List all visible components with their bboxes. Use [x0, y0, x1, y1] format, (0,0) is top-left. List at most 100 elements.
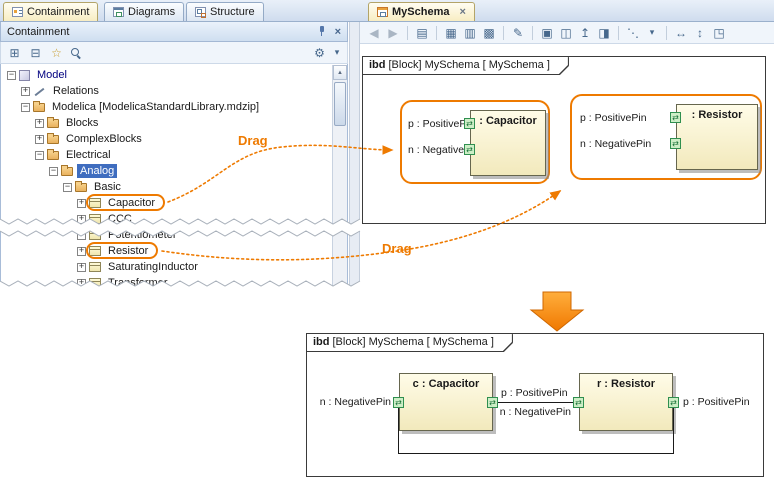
frame-kind: ibd [369, 59, 386, 71]
tree-item-saturatinginductor[interactable]: SaturatingInductor [1, 259, 347, 275]
expander-icon[interactable] [21, 87, 30, 96]
favorites-filter-icon[interactable]: ☆ [49, 47, 64, 59]
block-icon [89, 198, 101, 208]
quick-search-icon[interactable] [70, 47, 82, 59]
proxy-port-icon[interactable]: ⇄ [464, 144, 475, 155]
connector-wire[interactable] [498, 402, 573, 403]
port-label: n : NegativePin [493, 406, 571, 418]
proxy-port-icon[interactable]: ⇄ [573, 397, 584, 408]
panel-title-bar: Containment × [0, 22, 348, 42]
package-icon [47, 119, 59, 128]
port-label: n : NegativePin [311, 396, 391, 408]
part-c-capacitor[interactable]: c : Capacitor [399, 373, 493, 431]
part-r-resistor[interactable]: r : Resistor [579, 373, 673, 431]
copy-icon[interactable]: ▣ [540, 27, 554, 39]
diagram-tab-icon [377, 7, 388, 17]
part-capacitor[interactable]: : Capacitor [470, 110, 546, 176]
containment-view-icon[interactable]: ▤ [415, 27, 429, 39]
result-ibd-frame: ibd[Block] MySchema [ MySchema ] c : Cap… [306, 333, 764, 477]
tab-diagrams[interactable]: Diagrams [104, 2, 184, 21]
expander-icon[interactable] [49, 167, 58, 176]
collapse-all-icon[interactable]: ⊟ [28, 47, 43, 59]
tree-item-basic[interactable]: Basic [1, 179, 347, 195]
lock-icon[interactable]: ◫ [559, 27, 573, 39]
package-icon [61, 167, 73, 176]
back-icon[interactable]: ◀ [367, 27, 381, 39]
tree-item-resistor[interactable]: Resistor [1, 243, 347, 259]
tree-item-electrical[interactable]: Electrical [1, 147, 347, 163]
diagram-toolbar: ◀ ▶ ▤ ▦ ▥ ▩ ✎ ▣ ◫ ↥ ◨ ⋱ ▾ ↔ ↕ ◳ [360, 22, 774, 44]
expander-icon[interactable] [77, 231, 86, 240]
grid-icon[interactable]: ▦ [444, 27, 458, 39]
drag-annotation: Drag [382, 241, 412, 256]
close-tab-icon[interactable]: × [459, 6, 465, 18]
tab-label: Structure [210, 6, 255, 18]
tree-item-modelica[interactable]: Modelica [ModelicaStandardLibrary.mdzip] [1, 99, 347, 115]
tree-item-potentiometer[interactable]: Potentiometer [1, 227, 347, 243]
proxy-port-icon[interactable]: ⇄ [670, 112, 681, 123]
scroll-up-button[interactable]: ▲ [333, 65, 347, 80]
tree-item-capacitor[interactable]: Capacitor [1, 195, 347, 211]
fit-icon[interactable]: ◳ [712, 27, 726, 39]
pin-icon[interactable] [317, 26, 327, 37]
proxy-port-icon[interactable]: ⇄ [668, 397, 679, 408]
block-icon [89, 230, 101, 240]
port-label: n : NegativePin [580, 138, 651, 150]
tab-label: Diagrams [128, 6, 175, 18]
table-icon[interactable]: ▥ [463, 27, 477, 39]
dependencies-icon[interactable]: ⋱ [626, 27, 640, 39]
expander-icon[interactable] [77, 279, 86, 288]
close-panel-icon[interactable]: × [335, 26, 341, 38]
expander-icon[interactable] [63, 183, 72, 192]
expander-icon[interactable] [21, 103, 30, 112]
height-icon[interactable]: ↕ [693, 27, 707, 39]
tree-item-ccc[interactable]: CCC [1, 211, 347, 227]
scrollbar-thumb[interactable] [334, 82, 346, 126]
tree-item-relations[interactable]: Relations [1, 83, 347, 99]
settings-caret-icon[interactable]: ▾ [333, 48, 341, 57]
dependencies-caret-icon[interactable]: ▾ [645, 28, 659, 37]
frame-label: ibd[Block] MySchema [ MySchema ] [307, 334, 512, 351]
proxy-port-icon[interactable]: ⇄ [670, 138, 681, 149]
dock-tab-strip: Containment Diagrams Structure MySchema … [0, 0, 774, 22]
tab-myschema[interactable]: MySchema × [368, 2, 475, 21]
proxy-port-icon[interactable]: ⇄ [393, 397, 404, 408]
panel-splitter[interactable] [349, 22, 360, 294]
tree-item-transformer[interactable]: Transformer [1, 275, 347, 291]
publish-icon[interactable]: ↥ [578, 27, 592, 39]
port-label: p : PositivePin [683, 396, 750, 408]
tree-item-analog[interactable]: Analog [1, 163, 347, 179]
tree-item-complexblocks[interactable]: ComplexBlocks [1, 131, 347, 147]
forward-icon[interactable]: ▶ [386, 27, 400, 39]
matrix-icon[interactable]: ▩ [482, 27, 496, 39]
expander-icon[interactable] [77, 247, 86, 256]
connector-wire[interactable] [673, 408, 674, 453]
containment-tab-icon [12, 7, 23, 17]
part-title: c : Capacitor [400, 374, 492, 390]
tab-containment[interactable]: Containment [3, 2, 98, 21]
block-icon [89, 246, 101, 256]
tab-structure[interactable]: Structure [186, 2, 264, 21]
panel-title: Containment [7, 26, 317, 38]
edit-note-icon[interactable]: ✎ [511, 27, 525, 39]
expander-icon[interactable] [7, 71, 16, 80]
connector-wire[interactable] [398, 408, 399, 453]
expander-icon[interactable] [77, 263, 86, 272]
frame-title: [Block] MySchema [ MySchema ] [389, 59, 550, 71]
expander-icon[interactable] [35, 135, 44, 144]
expander-icon[interactable] [35, 151, 44, 160]
part-resistor[interactable]: : Resistor [676, 104, 758, 170]
tree-item-blocks[interactable]: Blocks [1, 115, 347, 131]
fill-color-icon[interactable]: ◨ [597, 27, 611, 39]
tree-item-model[interactable]: Model [1, 67, 347, 83]
expand-all-icon[interactable]: ⊞ [7, 47, 22, 59]
expander-icon[interactable] [77, 215, 86, 224]
expander-icon[interactable] [77, 199, 86, 208]
tree-scrollbar[interactable]: ▲ [332, 65, 347, 302]
proxy-port-icon[interactable]: ⇄ [464, 118, 475, 129]
dropped-part-highlight: p : PositivePin n : NegativePin : Capaci… [400, 100, 550, 184]
connector-wire[interactable] [398, 453, 674, 454]
width-icon[interactable]: ↔ [674, 27, 688, 39]
expander-icon[interactable] [35, 119, 44, 128]
settings-icon[interactable]: ⚙ [312, 47, 327, 59]
